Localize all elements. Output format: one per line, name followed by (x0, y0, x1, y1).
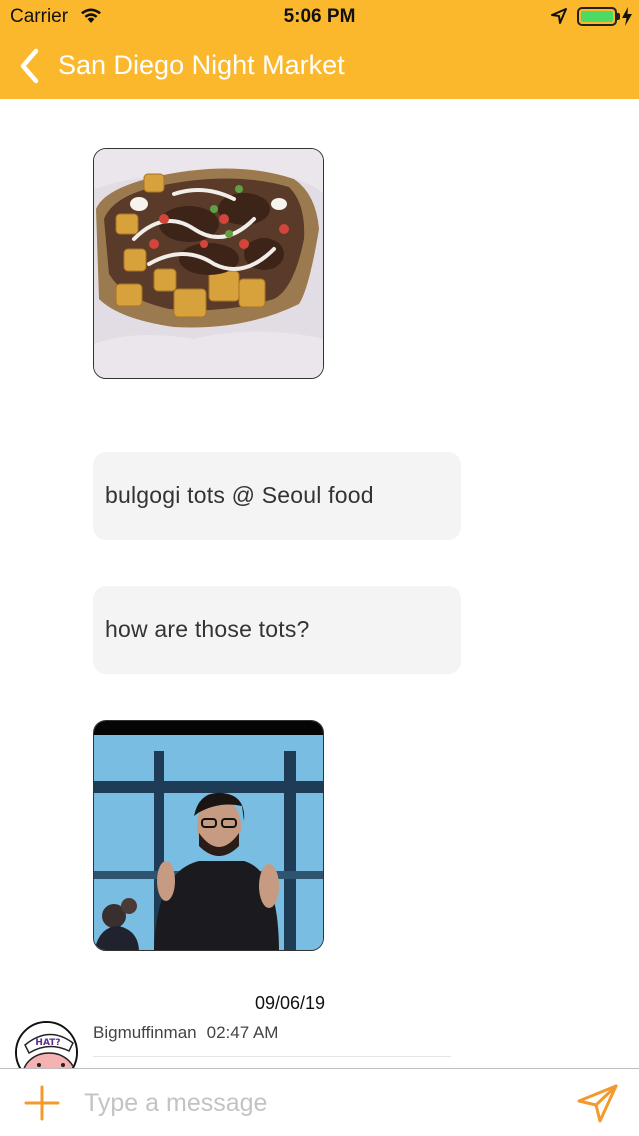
food-photo (94, 149, 323, 378)
svg-text:HAT?: HAT? (35, 1038, 60, 1048)
image-message-gif[interactable] (93, 720, 324, 951)
divider (93, 1056, 451, 1057)
message-text: how are those tots? (105, 616, 310, 642)
message-meta: Bigmuffinman 02:47 AM (93, 1023, 278, 1043)
battery-icon (577, 7, 617, 26)
image-message-food[interactable] (93, 148, 324, 379)
location-arrow-icon (551, 8, 567, 24)
send-icon[interactable] (576, 1083, 620, 1123)
status-bar: Carrier 5:06 PM (0, 0, 639, 34)
battery-tip (617, 13, 620, 20)
message-time: 02:47 AM (206, 1023, 279, 1042)
plus-icon[interactable] (24, 1085, 60, 1121)
charging-bolt-icon (622, 7, 632, 26)
message-input[interactable] (84, 1083, 544, 1123)
chevron-left-icon[interactable] (14, 46, 48, 86)
status-time: 5:06 PM (283, 6, 356, 27)
date-separator: 09/06/19 (254, 993, 326, 1013)
chat-title: San Diego Night Market (58, 50, 345, 80)
sender-name: Bigmuffinman (93, 1023, 197, 1042)
text-message-bubble[interactable]: bulgogi tots @ Seoul food (93, 452, 461, 540)
battery-level (581, 11, 613, 22)
navigation-header: Carrier 5:06 PM San Diego Night Market (0, 0, 639, 99)
message-composer (0, 1068, 639, 1136)
message-text: bulgogi tots @ Seoul food (105, 482, 374, 508)
text-message-bubble[interactable]: how are those tots? (93, 586, 461, 674)
gif-photo (94, 721, 323, 950)
